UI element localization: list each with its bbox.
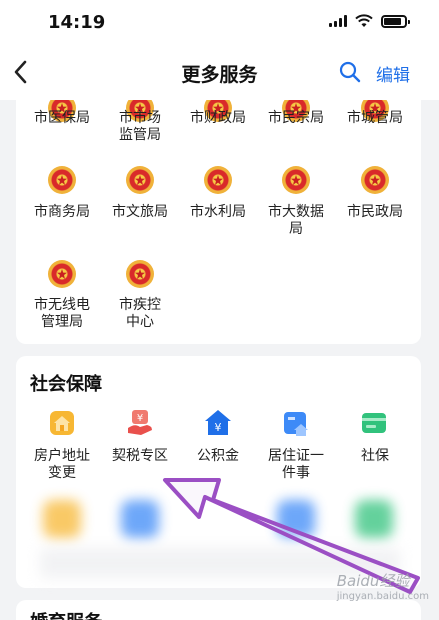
service-item-residence-permit[interactable]: 居住证一 件事: [257, 448, 335, 482]
service-item-housing-fund[interactable]: 公积金: [179, 448, 257, 465]
status-bar: 14:19: [0, 0, 439, 44]
service-item-deed-tax[interactable]: 契税专区: [101, 448, 179, 465]
service-item-social-insurance[interactable]: 社保: [336, 448, 414, 465]
signal-icon: [329, 15, 347, 27]
emblem-icon: [48, 260, 76, 288]
obscured-icon: [355, 500, 393, 538]
nav-bar: 更多服务 编辑: [0, 44, 439, 100]
status-time: 14:19: [48, 12, 106, 33]
watermark-brand: Baidu经验: [336, 572, 410, 590]
service-item-address-change[interactable]: 房户地址 变更: [23, 448, 101, 482]
service-item-water-resources[interactable]: 市水利局: [179, 204, 257, 221]
service-item-commerce[interactable]: 市商务局: [23, 204, 101, 221]
emblem-icon: [126, 260, 154, 288]
residence-icon: [284, 412, 308, 436]
baidu-watermark: Baidu经验 jingyan.baidu.com: [337, 570, 429, 602]
tax-icon: ¥: [128, 410, 152, 435]
service-item-civil-affairs[interactable]: 市民政局: [336, 204, 414, 221]
fund-icon: ¥: [205, 410, 231, 435]
emblem-icon: [204, 166, 232, 194]
svg-text:¥: ¥: [215, 421, 222, 434]
service-item-urban-management[interactable]: 市城管局: [336, 110, 414, 127]
social-card-icon: [362, 413, 386, 433]
obscured-icon: [121, 500, 159, 538]
section-title-maternity: 婚育服务: [30, 608, 102, 620]
svg-text:¥: ¥: [137, 413, 143, 424]
house-icon: [50, 411, 74, 435]
watermark-url: jingyan.baidu.com: [336, 591, 429, 602]
obscured-icon: [277, 500, 315, 538]
service-item-radio-management[interactable]: 市无线电 管理局: [23, 297, 101, 331]
battery-icon: [381, 14, 410, 28]
section-title-social-security: 社会保障: [30, 374, 102, 395]
edit-button[interactable]: 编辑: [376, 61, 410, 86]
emblem-icon: [126, 166, 154, 194]
emblem-icon: [48, 166, 76, 194]
status-icons: [329, 14, 410, 28]
service-item-finance[interactable]: 市财政局: [179, 110, 257, 127]
back-arrow-icon[interactable]: [10, 58, 34, 86]
emblem-icon: [361, 166, 389, 194]
service-item-big-data[interactable]: 市大数据 局: [257, 204, 335, 238]
service-item-ethnic-religious[interactable]: 市民宗局: [257, 110, 335, 127]
page-title: 更多服务: [181, 64, 258, 86]
emblem-icon: [282, 166, 310, 194]
service-item-medical-insurance[interactable]: 市医保局: [23, 110, 101, 127]
service-item-disease-control[interactable]: 市疾控 中心: [101, 297, 179, 331]
wifi-icon: [355, 14, 373, 27]
service-item-market-supervision[interactable]: 市市场 监管局: [101, 110, 179, 144]
obscured-icon: [43, 500, 81, 538]
service-item-culture-tourism[interactable]: 市文旅局: [101, 204, 179, 221]
search-icon[interactable]: [338, 60, 362, 84]
